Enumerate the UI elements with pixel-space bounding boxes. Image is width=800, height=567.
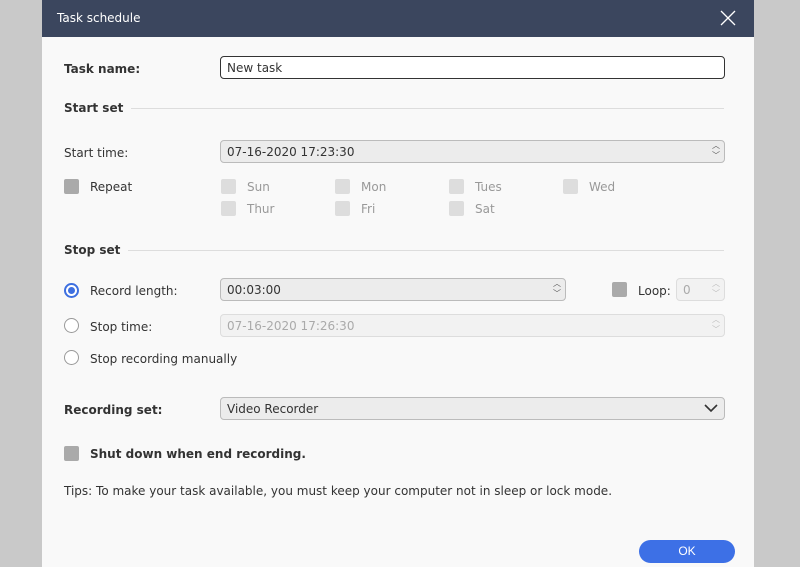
mon-label: Mon [361, 180, 387, 194]
shutdown-checkbox[interactable] [64, 446, 79, 461]
spinner-icon[interactable]: ︿ ﹀ [712, 279, 720, 299]
start-time-input[interactable]: 07-16-2020 17:23:30 ︿ ﹀ [220, 140, 725, 163]
start-set-title: Start set [64, 101, 124, 115]
tues-checkbox[interactable] [449, 179, 464, 194]
stop-manually-label: Stop recording manually [90, 352, 238, 366]
stop-time-radio[interactable] [64, 318, 79, 333]
record-length-radio[interactable] [64, 283, 79, 298]
shutdown-label: Shut down when end recording. [90, 447, 306, 461]
repeat-checkbox[interactable] [64, 179, 79, 194]
spinner-icon[interactable]: ︿ ﹀ [712, 315, 720, 335]
task-name-label: Task name: [64, 62, 141, 76]
thur-checkbox[interactable] [221, 201, 236, 216]
start-set-heading: Start set [64, 101, 724, 115]
loop-label: Loop: [638, 284, 671, 298]
spinner-icon[interactable]: ︿ ﹀ [553, 279, 561, 299]
wed-label: Wed [589, 180, 616, 194]
spinner-icon[interactable]: ︿ ﹀ [712, 141, 720, 161]
stop-time-input[interactable]: 07-16-2020 17:26:30 ︿ ﹀ [220, 314, 725, 337]
loop-input[interactable]: 0 ︿ ﹀ [676, 278, 725, 301]
mon-checkbox[interactable] [335, 179, 350, 194]
sat-checkbox[interactable] [449, 201, 464, 216]
tips-text: Tips: To make your task available, you m… [64, 484, 613, 498]
loop-checkbox[interactable] [612, 282, 627, 297]
sun-checkbox[interactable] [221, 179, 236, 194]
tues-label: Tues [475, 180, 502, 194]
chevron-down-icon [704, 404, 718, 413]
close-icon[interactable] [720, 10, 736, 26]
stop-time-value: 07-16-2020 17:26:30 [227, 319, 355, 333]
task-schedule-dialog: Task schedule Task name: New task Start … [42, 0, 754, 567]
stop-time-label: Stop time: [90, 320, 153, 334]
thur-label: Thur [247, 202, 275, 216]
loop-value: 0 [683, 283, 691, 297]
ok-button[interactable]: OK [639, 540, 735, 563]
fri-label: Fri [361, 202, 376, 216]
recording-set-label: Recording set: [64, 403, 163, 417]
stop-manually-radio[interactable] [64, 350, 79, 365]
recording-set-value: Video Recorder [227, 402, 319, 416]
recording-set-select[interactable]: Video Recorder [220, 397, 725, 420]
task-name-value: New task [227, 61, 283, 75]
task-name-input[interactable]: New task [220, 56, 725, 79]
fri-checkbox[interactable] [335, 201, 350, 216]
sun-label: Sun [247, 180, 270, 194]
start-time-value: 07-16-2020 17:23:30 [227, 145, 355, 159]
sat-label: Sat [475, 202, 495, 216]
record-length-value: 00:03:00 [227, 283, 281, 297]
dialog-title: Task schedule [57, 11, 141, 25]
record-length-label: Record length: [90, 284, 178, 298]
title-bar: Task schedule [42, 0, 754, 37]
wed-checkbox[interactable] [563, 179, 578, 194]
start-time-label: Start time: [64, 146, 129, 160]
record-length-input[interactable]: 00:03:00 ︿ ﹀ [220, 278, 566, 301]
stop-set-title: Stop set [64, 243, 121, 257]
repeat-label: Repeat [90, 180, 133, 194]
stop-set-heading: Stop set [64, 243, 724, 257]
